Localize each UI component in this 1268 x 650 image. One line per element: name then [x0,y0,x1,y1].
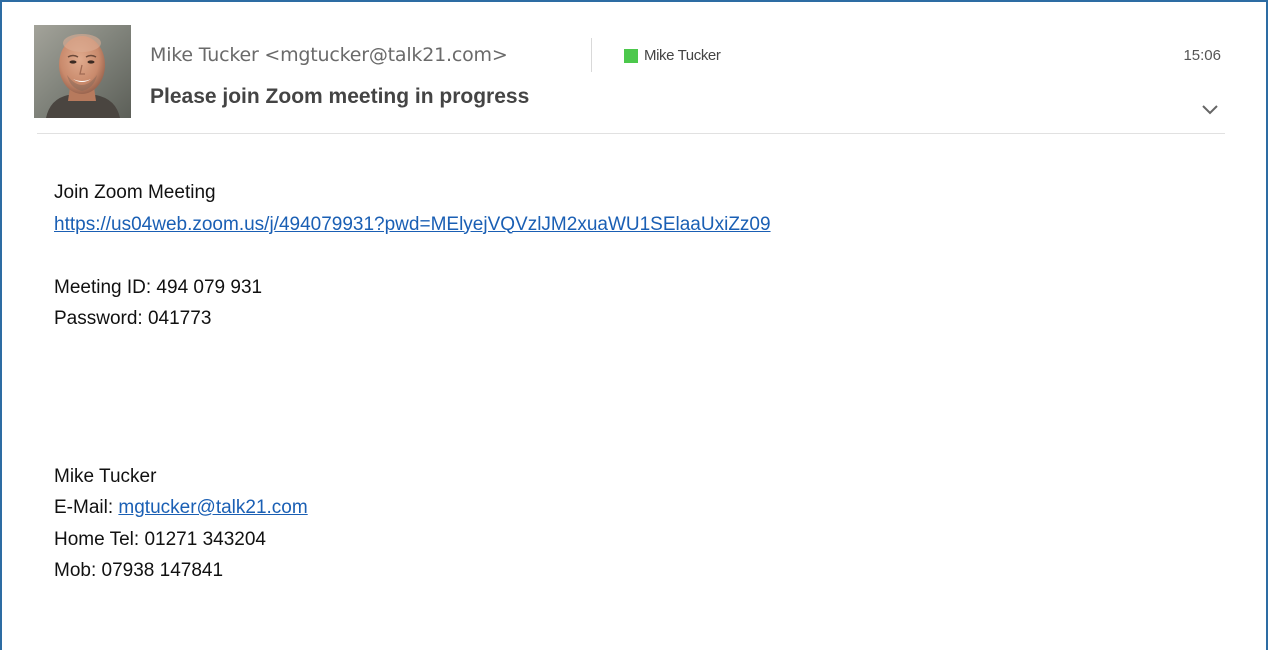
join-label: Join Zoom Meeting [54,182,216,203]
category-tag[interactable]: Mike Tucker [624,47,721,64]
sender-address[interactable]: Mike Tucker <mgtucker@talk21.com> [150,43,508,67]
zoom-join-link[interactable]: https://us04web.zoom.us/j/494079931?pwd=… [54,214,771,235]
email-body: Join Zoom Meeting https://us04web.zoom.u… [54,177,771,587]
meeting-id: Meeting ID: 494 079 931 [54,276,263,298]
chevron-down-icon [1202,105,1218,115]
signature-email-line: E-Mail: mgtucker@talk21.com [54,492,771,524]
meeting-password: Password: 041773 [54,308,212,329]
signature-home-tel: Home Tel: 01271 343204 [54,528,266,550]
signature-email-link[interactable]: mgtucker@talk21.com [118,497,307,518]
avatar-photo-icon [34,25,131,118]
signature-email-label: E-Mail: [54,497,119,518]
signature-mobile: Mob: 07938 147841 [54,560,224,581]
category-label: Mike Tucker [644,47,721,64]
received-time: 15:06 [1183,47,1221,64]
email-subject: Please join Zoom meeting in progress [150,85,530,108]
sender-avatar[interactable] [34,25,131,118]
expand-header-button[interactable] [1198,100,1222,120]
signature-name: Mike Tucker [54,465,157,487]
header-separator [37,133,1225,134]
category-color-icon [624,48,638,63]
header-divider [591,38,592,72]
